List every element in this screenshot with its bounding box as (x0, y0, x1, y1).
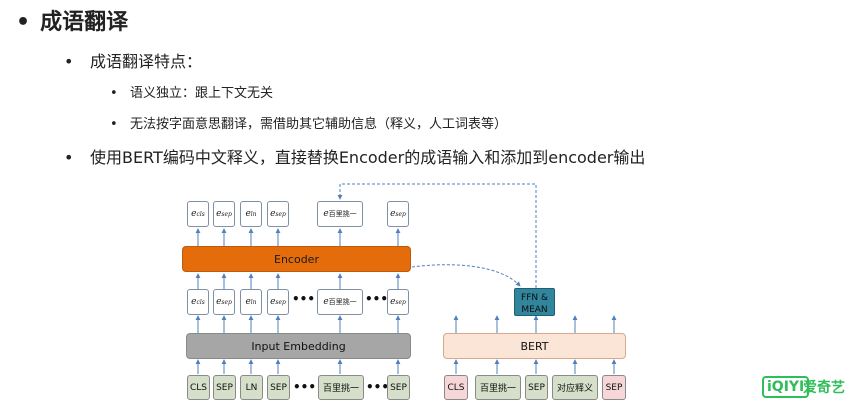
token-text: 百里挑一 (322, 384, 359, 394)
emb-sub: ln (250, 298, 257, 306)
emb-sub: cls (196, 210, 205, 218)
ellipsis: ••• (293, 380, 317, 394)
emb-sub: sep (395, 210, 406, 218)
encoder-label: Encoder (274, 252, 319, 266)
emb-sub: 百里挑一 (328, 298, 357, 306)
input-embedding-block: Input Embedding (186, 333, 411, 359)
token-text: SEP (390, 382, 407, 393)
emb-sub: ln (250, 210, 257, 218)
output-embedding: e ln (240, 201, 262, 227)
output-embedding: e cls (187, 201, 209, 227)
emb-sub: sep (221, 298, 232, 306)
bert-label: BERT (520, 339, 549, 353)
token-text: LN (245, 382, 258, 393)
token-text: 对应释义 (556, 384, 593, 394)
token-text: CLS (189, 382, 207, 393)
token-text: SEP (605, 382, 623, 393)
input-embedding: e sep (387, 289, 409, 315)
emb-sub: sep (275, 210, 286, 218)
bert-token: CLS (444, 375, 468, 400)
ffn-mean-block: FFN & MEAN (514, 288, 555, 316)
iqiyi-logo-text: 爱奇艺 (803, 380, 845, 396)
input-embedding: e ln (240, 289, 262, 315)
input-embedding: e sep (267, 289, 289, 315)
output-embedding: e sep (267, 201, 289, 227)
ellipsis: ••• (292, 292, 316, 306)
input-token: SEP (387, 375, 410, 400)
emb-sub: sep (221, 210, 232, 218)
token-text: CLS (447, 382, 465, 393)
input-embedding-label: Input Embedding (251, 339, 346, 353)
output-embedding: e sep (213, 201, 235, 227)
token-text: SEP (270, 382, 287, 393)
input-embedding: e sep (213, 289, 235, 315)
emb-sub: sep (275, 298, 286, 306)
input-token: CLS (187, 375, 210, 400)
token-text: 百里挑一 (479, 384, 516, 394)
bert-token-idiom: 百里挑一 (475, 375, 521, 400)
input-embedding-idiom: e 百里挑一 (317, 289, 363, 315)
bert-token-definition: 对应释义 (552, 375, 598, 400)
emb-sub: cls (196, 298, 205, 306)
input-token: SEP (213, 375, 236, 400)
mean-label: MEAN (521, 305, 548, 315)
token-text: SEP (528, 382, 545, 393)
ffn-label: FFN & (521, 293, 548, 303)
token-text: SEP (216, 382, 233, 393)
bert-token: SEP (525, 375, 548, 400)
output-embedding: e sep (387, 201, 409, 227)
input-token-idiom: 百里挑一 (318, 375, 364, 400)
bert-block: BERT (443, 333, 626, 359)
ellipsis: ••• (366, 380, 390, 394)
encoder-block: Encoder (182, 246, 411, 272)
output-embedding-idiom: e 百里挑一 (317, 201, 363, 227)
bert-token: SEP (602, 375, 626, 400)
ellipsis: ••• (365, 292, 389, 306)
input-token: LN (240, 375, 263, 400)
input-token: SEP (267, 375, 290, 400)
diagram-connectors (195, 183, 617, 374)
logo-mark-text: iQIYI (767, 379, 805, 395)
input-embedding: e cls (187, 289, 209, 315)
emb-sub: sep (395, 298, 406, 306)
emb-sub: 百里挑一 (328, 210, 357, 218)
